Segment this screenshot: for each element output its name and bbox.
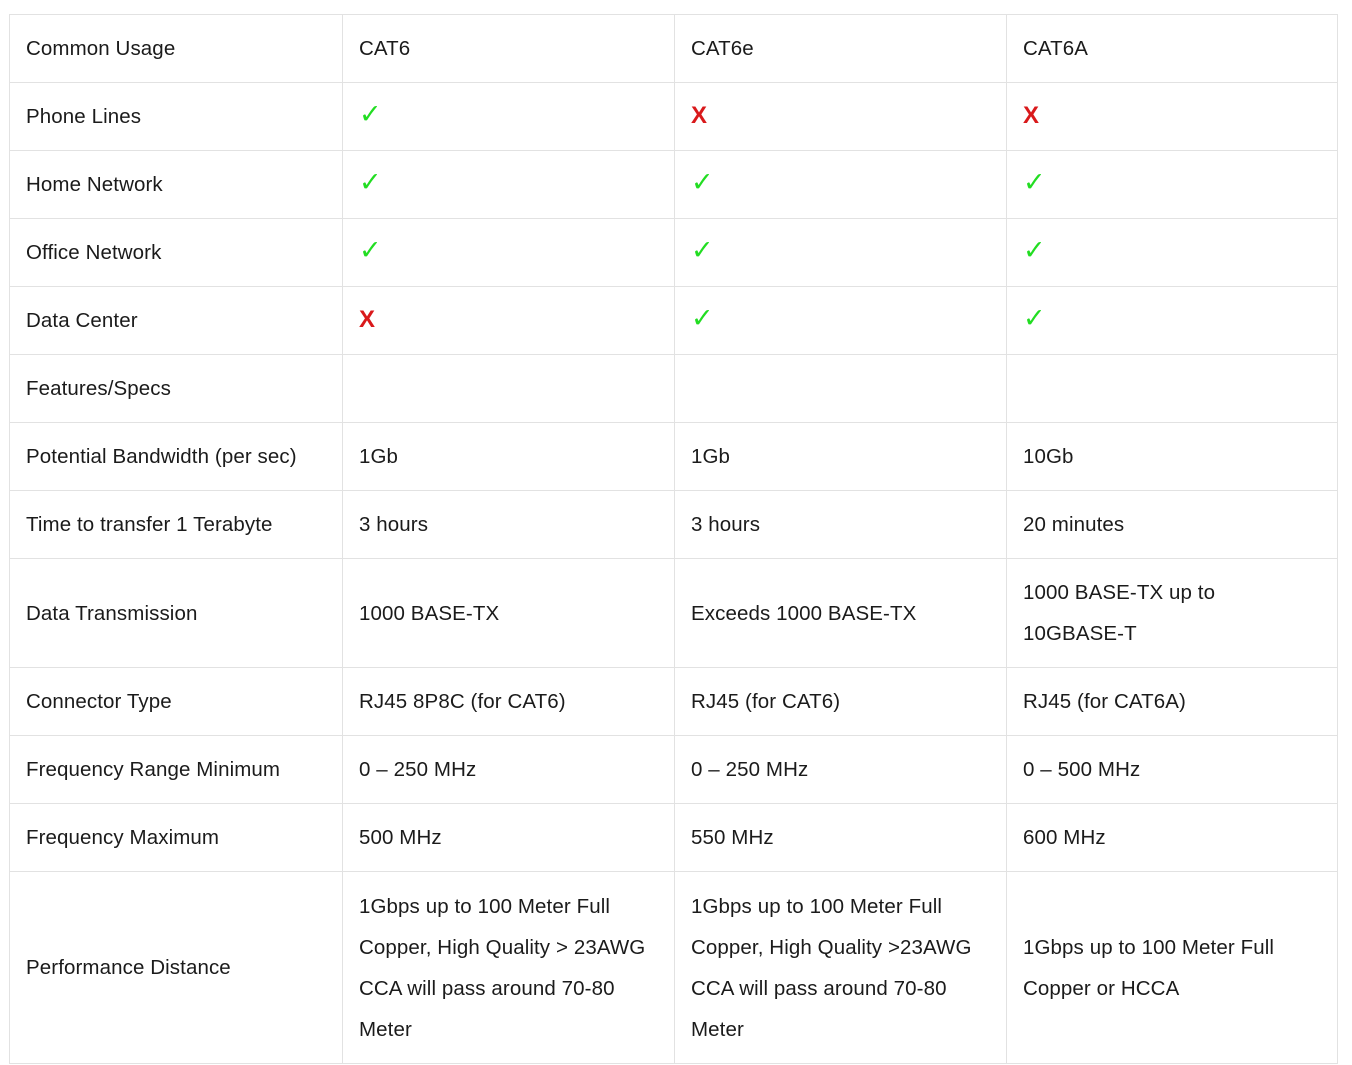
table-row: Frequency Maximum 500 MHz 550 MHz 600 MHz xyxy=(9,803,1338,872)
check-icon-cell: ✓ xyxy=(342,218,675,287)
value-cell: 1Gbps up to 100 Meter Full Copper, High … xyxy=(674,871,1007,1064)
section-header-cell: Common Usage xyxy=(9,14,343,83)
row-label-cell: Connector Type xyxy=(9,667,343,736)
cross-icon: X xyxy=(1023,102,1040,129)
table-row: Features/Specs xyxy=(9,354,1338,423)
value-cell: RJ45 8P8C (for CAT6) xyxy=(342,667,675,736)
check-icon: ✓ xyxy=(1023,303,1046,333)
table-row: Performance Distance 1Gbps up to 100 Mete… xyxy=(9,871,1338,1064)
check-icon: ✓ xyxy=(691,303,714,333)
check-icon: ✓ xyxy=(359,167,382,197)
value-cell: 1Gb xyxy=(342,422,675,491)
check-icon: ✓ xyxy=(359,99,382,129)
cross-icon-cell: X xyxy=(1006,82,1338,151)
value-cell: 3 hours xyxy=(342,490,675,559)
value-cell: 1000 BASE-TX xyxy=(342,558,675,668)
check-icon-cell: ✓ xyxy=(674,218,1007,287)
check-icon-cell: ✓ xyxy=(342,150,675,219)
row-label-cell: Data Center xyxy=(9,286,343,355)
column-header-cell xyxy=(1006,354,1338,423)
section-header-cell: Features/Specs xyxy=(9,354,343,423)
check-icon-cell: ✓ xyxy=(674,150,1007,219)
row-label-cell: Phone Lines xyxy=(9,82,343,151)
value-cell: 0 – 250 MHz xyxy=(342,735,675,804)
table-row: Office Network ✓ ✓ ✓ xyxy=(9,218,1338,287)
check-icon: ✓ xyxy=(1023,235,1046,265)
row-label-cell: Frequency Range Minimum xyxy=(9,735,343,804)
check-icon: ✓ xyxy=(359,235,382,265)
column-header-cell: CAT6A xyxy=(1006,14,1338,83)
check-icon: ✓ xyxy=(691,235,714,265)
row-label-cell: Data Transmission xyxy=(9,558,343,668)
row-label-cell: Performance Distance xyxy=(9,871,343,1064)
row-label-cell: Potential Bandwidth (per sec) xyxy=(9,422,343,491)
value-cell: 10Gb xyxy=(1006,422,1338,491)
check-icon-cell: ✓ xyxy=(1006,218,1338,287)
value-cell: Exceeds 1000 BASE-TX xyxy=(674,558,1007,668)
table-row: Common Usage CAT6 CAT6e CAT6A xyxy=(9,14,1338,83)
table-page: Common Usage CAT6 CAT6e CAT6A Phone Lines ✓ X X… xyxy=(0,0,1352,1065)
value-cell: 500 MHz xyxy=(342,803,675,872)
check-icon: ✓ xyxy=(691,167,714,197)
column-header-cell: CAT6 xyxy=(342,14,675,83)
check-icon-cell: ✓ xyxy=(1006,150,1338,219)
column-header-cell xyxy=(674,354,1007,423)
column-header-cell: CAT6e xyxy=(674,14,1007,83)
table-row: Phone Lines ✓ X X xyxy=(9,82,1338,151)
table-row: Home Network ✓ ✓ ✓ xyxy=(9,150,1338,219)
value-cell: 600 MHz xyxy=(1006,803,1338,872)
value-cell: RJ45 (for CAT6) xyxy=(674,667,1007,736)
cable-comparison-table: Common Usage CAT6 CAT6e CAT6A Phone Lines ✓ X X… xyxy=(9,14,1338,1064)
check-icon-cell: ✓ xyxy=(1006,286,1338,355)
value-cell: 1Gbps up to 100 Meter Full Copper or HCC… xyxy=(1006,871,1338,1064)
row-label-cell: Frequency Maximum xyxy=(9,803,343,872)
check-icon-cell: ✓ xyxy=(342,82,675,151)
value-cell: 0 – 500 MHz xyxy=(1006,735,1338,804)
value-cell: 20 minutes xyxy=(1006,490,1338,559)
cross-icon-cell: X xyxy=(342,286,675,355)
cross-icon: X xyxy=(691,102,708,129)
cross-icon-cell: X xyxy=(674,82,1007,151)
value-cell: 1000 BASE-TX up to 10GBASE-T xyxy=(1006,558,1338,668)
table-row: Data Center X ✓ ✓ xyxy=(9,286,1338,355)
table-row: Data Transmission 1000 BASE-TX Exceeds 100… xyxy=(9,558,1338,668)
row-label-cell: Time to transfer 1 Terabyte xyxy=(9,490,343,559)
column-header-cell xyxy=(342,354,675,423)
value-cell: 3 hours xyxy=(674,490,1007,559)
value-cell: 1Gbps up to 100 Meter Full Copper, High … xyxy=(342,871,675,1064)
table-row: Connector Type RJ45 8P8C (for CAT6) RJ45 (… xyxy=(9,667,1338,736)
value-cell: 550 MHz xyxy=(674,803,1007,872)
value-cell: 1Gb xyxy=(674,422,1007,491)
check-icon-cell: ✓ xyxy=(674,286,1007,355)
row-label-cell: Office Network xyxy=(9,218,343,287)
row-label-cell: Home Network xyxy=(9,150,343,219)
cross-icon: X xyxy=(359,306,376,333)
table-row: Potential Bandwidth (per sec) 1Gb 1Gb 10Gb xyxy=(9,422,1338,491)
check-icon: ✓ xyxy=(1023,167,1046,197)
value-cell: 0 – 250 MHz xyxy=(674,735,1007,804)
table-row: Time to transfer 1 Terabyte 3 hours 3 hour… xyxy=(9,490,1338,559)
table-body: Common Usage CAT6 CAT6e CAT6A Phone Lines ✓ X X… xyxy=(9,14,1338,1064)
table-row: Frequency Range Minimum 0 – 250 MHz 0 – 25… xyxy=(9,735,1338,804)
value-cell: RJ45 (for CAT6A) xyxy=(1006,667,1338,736)
